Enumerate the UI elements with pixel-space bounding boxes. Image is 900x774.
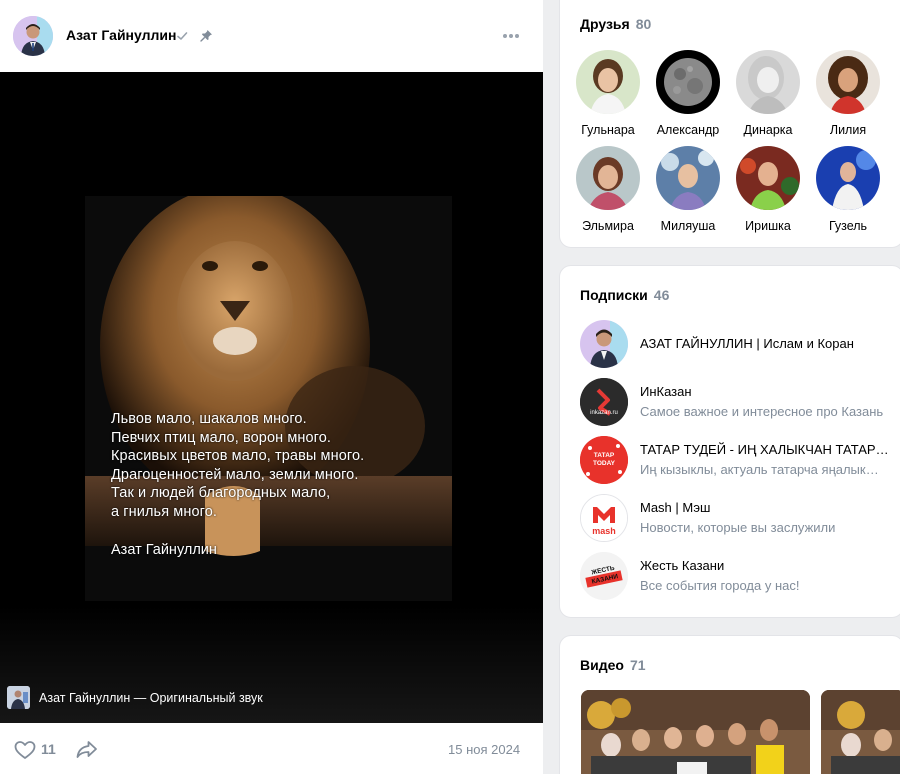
subscription-description: Все события города у нас! <box>640 578 800 593</box>
subscriptions-count: 46 <box>653 287 670 303</box>
subscription-avatar <box>580 320 628 368</box>
friend-photo-image <box>576 50 640 114</box>
subscription-item[interactable]: ЖЕСТЬ КАЗАНИ Жесть Казани Все события го… <box>580 552 890 600</box>
video-thumbnail-image <box>821 690 900 774</box>
friend-photo <box>656 146 720 210</box>
more-options-icon[interactable] <box>500 28 522 44</box>
audio-thumbnail <box>7 686 30 709</box>
audio-label[interactable]: Азат Гайнуллин — Оригинальный звук <box>39 691 263 705</box>
videos-count: 71 <box>629 657 646 673</box>
friend-photo-image <box>736 146 800 210</box>
videos-title[interactable]: Видео 71 <box>580 657 646 673</box>
friend-item[interactable]: Миляуша <box>648 146 728 233</box>
friends-title-label: Друзья <box>580 16 630 32</box>
friend-photo-image <box>816 50 880 114</box>
subscriptions-title-label: Подписки <box>580 287 648 303</box>
subscription-name: ТАТАР ТУДЕЙ - ИҢ ХАЛЫКЧАН ТАТАР ПАБЛИГЫ <box>640 442 890 457</box>
quote-text: Львов мало, шакалов много. Певчих птиц ма… <box>111 410 364 522</box>
subscription-item[interactable]: АЗАТ ГАЙНУЛЛИН | Ислам и Коран <box>580 320 890 368</box>
friends-card: Друзья 80 Гульнара Александр Динарка Лил… <box>559 0 900 248</box>
friend-item[interactable]: Гульнара <box>568 50 648 137</box>
friend-item[interactable]: Эльмира <box>568 146 648 233</box>
video-thumbnail[interactable] <box>821 690 900 774</box>
friend-photo-image <box>576 146 640 210</box>
heart-icon[interactable] <box>14 740 36 760</box>
friend-item[interactable]: Иришка <box>728 146 808 233</box>
subscription-name: АЗАТ ГАЙНУЛЛИН | Ислам и Коран <box>640 336 854 351</box>
subscription-description: Новости, которые вы заслужили <box>640 520 836 535</box>
audio-thumbnail-image <box>7 686 30 709</box>
lion-image: Львов мало, шакалов много. Певчих птиц ма… <box>85 196 452 601</box>
quote-line: Красивых цветов мало, травы много. <box>111 448 365 465</box>
author-avatar[interactable] <box>13 16 53 56</box>
quote-line: Драгоценностей мало, земли много. <box>111 466 359 483</box>
friend-photo <box>816 50 880 114</box>
inkazan-logo-text: inkazan.ru <box>590 410 618 416</box>
friend-photo-image <box>816 146 880 210</box>
videos-card: Видео 71 <box>559 635 900 774</box>
verified-check-icon <box>177 32 188 40</box>
subscription-name: ИнКазан <box>640 384 692 399</box>
author-name[interactable]: Азат Гайнуллин <box>66 27 176 43</box>
friend-item[interactable]: Динарка <box>728 50 808 137</box>
share-icon[interactable] <box>76 739 98 759</box>
friend-name: Иришка <box>745 219 791 233</box>
subscriptions-title[interactable]: Подписки 46 <box>580 287 669 303</box>
subscription-avatar: ЖЕСТЬ КАЗАНИ <box>580 552 628 600</box>
author-avatar-image <box>13 16 53 56</box>
friend-item[interactable]: Гузель <box>808 146 888 233</box>
subscription-avatar: ТАТАР TODAY <box>580 436 628 484</box>
subscription-item[interactable]: ТАТАР TODAY ТАТАР ТУДЕЙ - ИҢ ХАЛЫКЧАН ТА… <box>580 436 890 484</box>
video-thumbnail[interactable] <box>581 690 810 774</box>
friend-name: Эльмира <box>582 219 634 233</box>
post-date: 15 ноя 2024 <box>448 742 521 757</box>
friend-name: Лилия <box>829 123 867 137</box>
friend-name: Гузель <box>828 219 868 233</box>
lion-illustration <box>85 196 452 601</box>
friend-name: Миляуша <box>660 219 716 233</box>
friend-photo-image <box>656 146 720 210</box>
friend-photo <box>576 146 640 210</box>
videos-title-label: Видео <box>580 657 624 673</box>
quote-line: Певчих птиц мало, ворон много. <box>111 429 332 446</box>
friend-photo <box>816 146 880 210</box>
post-footer: 11 15 ноя 2024 <box>0 723 543 774</box>
quote-line: а гнилья много. <box>111 503 217 520</box>
subscription-avatar: inkazan.ru <box>580 378 628 426</box>
subscription-avatar-image <box>580 320 628 368</box>
friend-item[interactable]: Александр <box>648 50 728 137</box>
mash-logo-text: mash <box>592 526 616 536</box>
tatar-today-logo-text: ТАТАР TODAY <box>592 452 616 467</box>
subscription-item[interactable]: mash Mash | Мэш Новости, которые вы засл… <box>580 494 890 542</box>
post-card: Азат Гайнуллин Львов мало, шакалов много… <box>0 0 543 774</box>
quote-line: Львов мало, шакалов много. <box>111 411 307 427</box>
subscriptions-card: Подписки 46 АЗАТ ГАЙНУЛЛИН | Ислам и Кора… <box>559 265 900 618</box>
pin-icon <box>200 30 212 42</box>
friends-count: 80 <box>635 16 652 32</box>
like-count: 11 <box>41 741 56 757</box>
post-media[interactable]: Львов мало, шакалов много. Певчих птиц ма… <box>0 72 543 723</box>
subscription-avatar: mash <box>580 494 628 542</box>
friends-title[interactable]: Друзья 80 <box>580 16 651 32</box>
friend-photo <box>736 50 800 114</box>
friend-name: Александр <box>656 123 720 137</box>
quote-line: Так и людей благородных мало, <box>111 485 331 502</box>
friend-photo <box>656 50 720 114</box>
quote-signature: Азат Гайнуллин <box>111 542 217 558</box>
moon-photo-image <box>660 54 716 110</box>
friend-photo-image <box>736 50 800 114</box>
inkazan-logo-icon <box>580 378 628 426</box>
subscription-item[interactable]: inkazan.ru ИнКазан Самое важное и интере… <box>580 378 890 426</box>
friend-name: Гульнара <box>581 123 635 137</box>
subscription-name: Mash | Мэш <box>640 500 711 515</box>
friend-photo <box>576 50 640 114</box>
post-header: Азат Гайнуллин <box>0 0 543 72</box>
video-thumbnail-image <box>581 690 810 774</box>
subscription-description: Самое важное и интересное про Казань <box>640 404 884 419</box>
friend-name: Динарка <box>743 123 793 137</box>
friend-item[interactable]: Лилия <box>808 50 888 137</box>
subscription-name: Жесть Казани <box>640 558 725 573</box>
friend-photo <box>736 146 800 210</box>
subscription-description: Иң кызыклы, актуаль татарча яңалыклар <box>640 462 885 477</box>
